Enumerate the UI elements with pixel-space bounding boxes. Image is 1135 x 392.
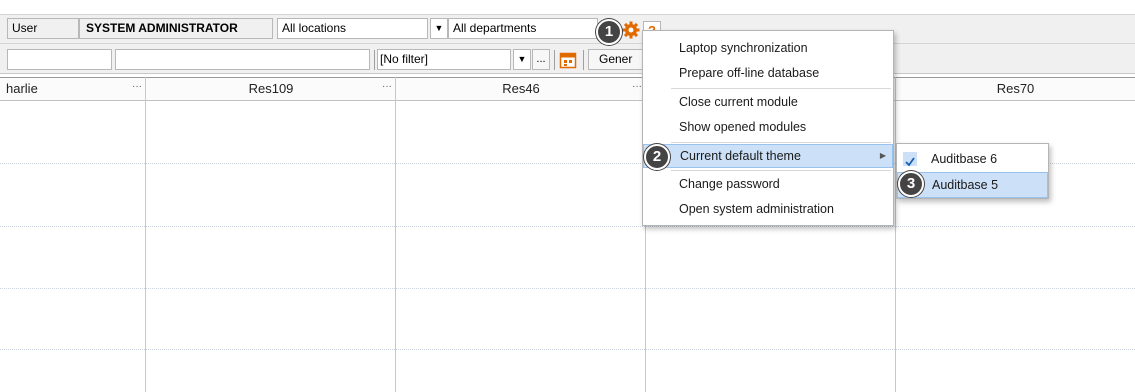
menu-item-label: Prepare off-line database: [679, 66, 820, 80]
gear-icon[interactable]: [621, 20, 641, 40]
filter-browse-button[interactable]: ...: [532, 49, 550, 70]
column-header-res109[interactable]: Res109: [146, 78, 396, 100]
column-header-1[interactable]: harlie: [0, 78, 151, 100]
menu-separator: [671, 142, 891, 143]
menu-item-prepare-offline[interactable]: Prepare off-line database: [643, 61, 893, 85]
submenu-item-auditbase-6[interactable]: Auditbase 6: [897, 146, 1048, 172]
user-name: SYSTEM ADMINISTRATOR: [79, 18, 273, 39]
toolbar-separator: [583, 50, 584, 70]
menu-item-system-admin[interactable]: Open system administration: [643, 197, 893, 221]
column-divider: [895, 77, 896, 392]
menu-item-label: Open system administration: [679, 202, 834, 216]
grid-row-line: [0, 288, 1135, 289]
location-dropdown-icon[interactable]: ▼: [430, 18, 448, 39]
column-menu-icon[interactable]: ···: [132, 78, 142, 100]
toolbar-separator: [374, 50, 375, 70]
column-divider: [395, 77, 396, 392]
column-divider: [145, 77, 146, 392]
column-header-res70[interactable]: Res70: [896, 78, 1135, 100]
column-header-res46[interactable]: Res46: [396, 78, 646, 100]
callout-badge-1: 1: [596, 19, 622, 45]
menu-item-label: Show opened modules: [679, 120, 807, 134]
callout-badge-2: 2: [644, 144, 670, 170]
menu-item-laptop-sync[interactable]: Laptop synchronization: [643, 36, 893, 60]
grid-header: harlie ··· Res109 ··· Res46 ··· Res70: [0, 77, 1135, 101]
menu-item-label: Close current module: [679, 95, 798, 109]
filter-field-2[interactable]: [115, 49, 370, 70]
department-select[interactable]: All departments: [448, 18, 598, 39]
menu-item-show-modules[interactable]: Show opened modules: [643, 115, 893, 139]
menu-item-change-password[interactable]: Change password: [643, 172, 893, 196]
callout-badge-3: 3: [898, 171, 924, 197]
filter-field-1[interactable]: [7, 49, 112, 70]
checkmark-icon: [903, 152, 917, 167]
menu-item-close-module[interactable]: Close current module: [643, 90, 893, 114]
grid-row-line: [0, 226, 1135, 227]
submenu-item-label: Auditbase 5: [932, 178, 999, 192]
column-menu-icon[interactable]: ···: [382, 78, 392, 100]
submenu-item-label: Auditbase 6: [931, 152, 998, 166]
grid-row-line: [0, 349, 1135, 350]
calendar-icon[interactable]: [559, 51, 577, 69]
toolbar-separator: [554, 50, 555, 70]
generate-button[interactable]: Gener: [588, 49, 648, 70]
location-select[interactable]: All locations: [277, 18, 428, 39]
user-label: User: [7, 18, 79, 39]
menu-item-default-theme[interactable]: Current default theme ▶: [643, 144, 893, 168]
menu-separator: [671, 170, 891, 171]
menu-item-label: Current default theme: [680, 149, 801, 163]
menu-separator: [671, 88, 891, 89]
submenu-arrow-icon: ▶: [879, 151, 886, 160]
menu-item-label: Laptop synchronization: [679, 41, 808, 55]
filter-dropdown-icon[interactable]: ▼: [513, 49, 531, 70]
filter-select[interactable]: [No filter]: [377, 49, 511, 70]
settings-menu: Laptop synchronization Prepare off-line …: [642, 30, 894, 226]
menu-item-label: Change password: [679, 177, 780, 191]
column-menu-icon[interactable]: ···: [632, 78, 642, 100]
